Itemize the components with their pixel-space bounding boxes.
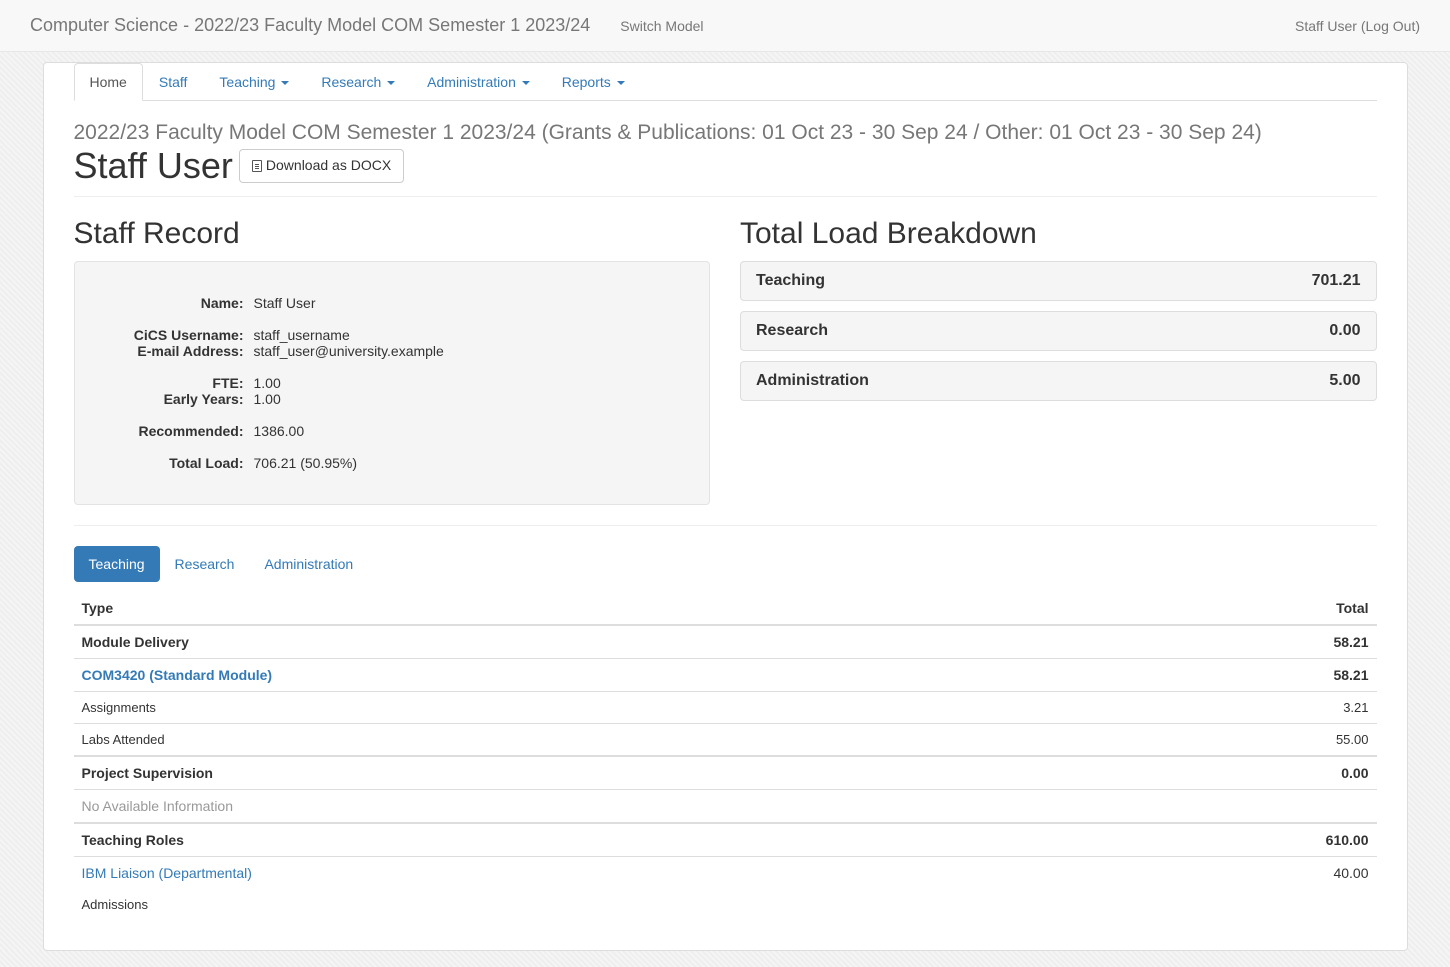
logout-link[interactable]: Staff User (Log Out) [1280,3,1435,49]
staff-record-panel: Name: Staff User CiCS Username: staff_us… [74,261,711,505]
tab-administration[interactable]: Administration [411,63,546,101]
breakdown-research[interactable]: Research 0.00 [740,311,1377,351]
model-subheading: 2022/23 Faculty Model COM Semester 1 202… [74,121,1377,145]
staff-record-heading: Staff Record [74,217,711,251]
value-early-years: 1.00 [254,391,691,407]
table-row: COM3420 (Standard Module) 58.21 [74,659,1377,692]
pill-research[interactable]: Research [160,546,250,582]
tab-home[interactable]: Home [74,63,143,101]
download-docx-button[interactable]: Download as DOCX [239,149,404,183]
pill-teaching[interactable]: Teaching [74,546,160,582]
label-early-years: Early Years: [94,391,254,407]
detail-pills: Teaching Research Administration [74,546,1377,582]
value-fte: 1.00 [254,375,691,391]
col-type: Type [74,592,1088,625]
page-title: Staff User [74,145,233,187]
label-name: Name: [94,295,254,311]
value-cics: staff_username [254,327,691,343]
tab-teaching[interactable]: Teaching [203,63,305,101]
table-row: Module Delivery 58.21 [74,625,1377,659]
col-total: Total [1088,592,1377,625]
tab-research[interactable]: Research [305,63,411,101]
table-row: IBM Liaison (Departmental) 40.00 [74,857,1377,890]
value-recommended: 1386.00 [254,423,691,439]
label-email: E-mail Address: [94,343,254,359]
value-total-load: 706.21 (50.95%) [254,455,691,471]
label-fte: FTE: [94,375,254,391]
table-row: Teaching Roles 610.00 [74,823,1377,857]
document-icon [252,160,262,172]
top-navbar: Computer Science - 2022/23 Faculty Model… [0,0,1450,52]
breakdown-administration[interactable]: Administration 5.00 [740,361,1377,401]
table-row: Labs Attended 55.00 [74,724,1377,757]
label-cics: CiCS Username: [94,327,254,343]
role-link-ibm[interactable]: IBM Liaison (Departmental) [82,865,252,881]
load-breakdown-heading: Total Load Breakdown [740,217,1377,251]
chevron-down-icon [387,81,395,85]
table-row: Project Supervision 0.00 [74,756,1377,790]
switch-model-link[interactable]: Switch Model [605,3,718,49]
main-nav-tabs: Home Staff Teaching Research Administrat… [74,63,1377,101]
table-row: Assignments 3.21 [74,692,1377,724]
table-row: No Available Information [74,790,1377,824]
brand-text: Computer Science - 2022/23 Faculty Model… [15,0,605,51]
value-name: Staff User [254,295,691,311]
pill-administration[interactable]: Administration [249,546,368,582]
value-email: staff_user@university.example [254,343,691,359]
teaching-table: Type Total Module Delivery 58.21 COM3420… [74,592,1377,920]
chevron-down-icon [522,81,530,85]
module-link[interactable]: COM3420 (Standard Module) [82,667,273,683]
chevron-down-icon [617,81,625,85]
label-recommended: Recommended: [94,423,254,439]
tab-reports[interactable]: Reports [546,63,641,101]
table-row: Admissions [74,889,1377,920]
label-total-load: Total Load: [94,455,254,471]
breakdown-teaching[interactable]: Teaching 701.21 [740,261,1377,301]
tab-staff[interactable]: Staff [143,63,204,101]
chevron-down-icon [281,81,289,85]
main-container: Home Staff Teaching Research Administrat… [43,62,1408,951]
